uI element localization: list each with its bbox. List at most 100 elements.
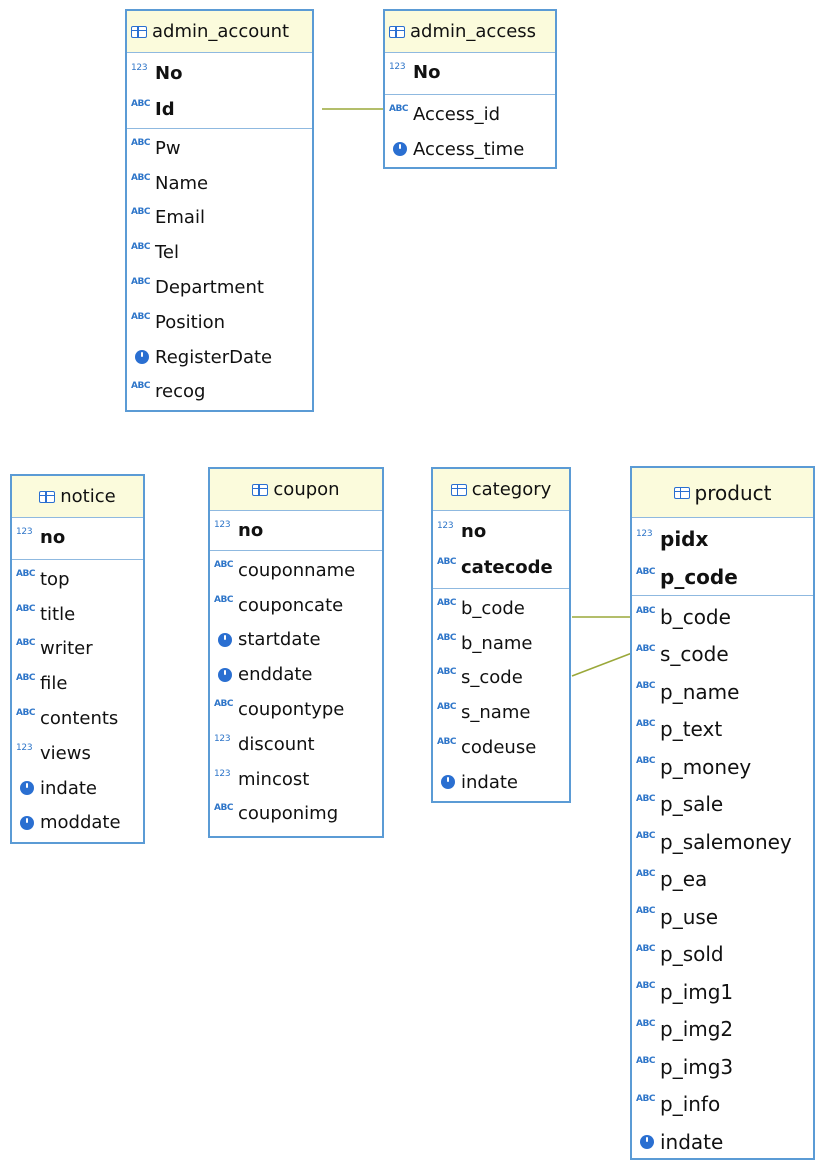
numeric-type-icon: 123	[214, 768, 231, 779]
entity-title: category	[471, 479, 552, 500]
column-row[interactable]: ABC recog	[127, 375, 312, 410]
key-column-row[interactable]: 123 no	[12, 520, 143, 555]
column-row[interactable]: 123 views	[12, 736, 143, 771]
clock-icon	[135, 350, 149, 365]
column-row[interactable]: ABC Department	[127, 270, 312, 305]
column-row[interactable]: ABC p_info	[632, 1086, 813, 1124]
column-row[interactable]: ABC p_ea	[632, 861, 813, 899]
column-row[interactable]: ABC p_img2	[632, 1011, 813, 1049]
entity-category[interactable]: category 123 no ABC catecode ABC b_code ABC b_…	[431, 467, 571, 803]
column-row[interactable]: startdate	[210, 623, 382, 658]
key-column-row[interactable]: ABC catecode	[433, 549, 569, 585]
column-name: Id	[155, 98, 175, 120]
column-row[interactable]: ABC Name	[127, 166, 312, 201]
column-row[interactable]: ABC s_code	[632, 636, 813, 674]
text-type-icon: ABC	[214, 803, 233, 814]
column-row[interactable]: ABC p_img1	[632, 973, 813, 1011]
column-row[interactable]: ABC Email	[127, 201, 312, 236]
column-row[interactable]: 123 discount	[210, 727, 382, 762]
entity-header[interactable]: product	[632, 468, 813, 518]
column-row[interactable]: ABC s_code	[433, 661, 569, 696]
key-column-row[interactable]: ABC Id	[127, 91, 312, 127]
text-type-icon: ABC	[636, 1093, 655, 1104]
column-name: views	[40, 742, 91, 764]
column-row[interactable]: indate	[12, 771, 143, 806]
column-row[interactable]: ABC Position	[127, 305, 312, 340]
entity-product[interactable]: product 123 pidx ABC p_code ABC b_code ABC s_c…	[630, 466, 815, 1160]
entity-admin-access[interactable]: admin_access 123 No ABC Access_id Access_ti…	[383, 9, 557, 169]
column-row[interactable]: ABC p_salemoney	[632, 823, 813, 861]
text-type-icon: ABC	[636, 606, 655, 617]
entity-header[interactable]: coupon	[210, 469, 382, 511]
column-name: Tel	[155, 242, 180, 264]
column-row[interactable]: ABC b_code	[433, 591, 569, 626]
entity-header[interactable]: admin_account	[127, 11, 312, 53]
column-row[interactable]: 123 mincost	[210, 762, 382, 797]
column-row[interactable]: ABC b_name	[433, 626, 569, 661]
column-name: top	[40, 568, 70, 590]
column-name: p_sold	[660, 942, 724, 967]
column-name: RegisterDate	[155, 346, 273, 368]
text-type-icon: ABC	[389, 103, 408, 114]
column-row[interactable]: ABC file	[12, 666, 143, 701]
entity-admin-account[interactable]: admin_account 123 No ABC Id ABC Pw ABC Name ABC…	[125, 9, 314, 412]
column-row[interactable]: ABC title	[12, 597, 143, 632]
column-name: p_use	[660, 904, 719, 929]
key-column-row[interactable]: 123 no	[210, 513, 382, 548]
column-row[interactable]: ABC top	[12, 562, 143, 597]
clock-icon	[393, 142, 407, 157]
column-row[interactable]: ABC p_name	[632, 673, 813, 711]
column-row[interactable]: indate	[433, 765, 569, 800]
column-name: no	[40, 526, 66, 548]
column-row[interactable]: ABC Access_id	[385, 97, 555, 132]
column-name: Access_time	[413, 138, 525, 160]
text-type-icon: ABC	[214, 594, 233, 605]
entity-coupon[interactable]: coupon 123 no ABC couponname ABC couponcate s…	[208, 467, 384, 838]
column-row[interactable]: RegisterDate	[127, 340, 312, 375]
column-row[interactable]: ABC couponcate	[210, 588, 382, 623]
column-row[interactable]: ABC s_name	[433, 695, 569, 730]
column-row[interactable]: ABC p_text	[632, 711, 813, 749]
column-row[interactable]: indate	[632, 1123, 813, 1161]
clock-icon	[20, 815, 34, 830]
column-row[interactable]: ABC coupontype	[210, 692, 382, 727]
column-row[interactable]: ABC p_img3	[632, 1048, 813, 1086]
numeric-type-icon: 123	[214, 733, 231, 744]
entity-notice[interactable]: notice 123 no ABC top ABC title ABC writer ABC f…	[10, 474, 145, 844]
entity-header[interactable]: category	[433, 469, 569, 511]
column-name: mincost	[238, 768, 310, 790]
text-type-icon: ABC	[131, 311, 150, 322]
column-name: indate	[660, 1129, 724, 1154]
column-row[interactable]: Access_time	[385, 132, 555, 167]
column-row[interactable]: ABC Pw	[127, 131, 312, 166]
column-name: s_name	[461, 702, 531, 724]
column-name: s_code	[461, 667, 523, 689]
column-row[interactable]: ABC couponname	[210, 553, 382, 588]
entity-header[interactable]: notice	[12, 476, 143, 518]
column-row[interactable]: ABC p_sale	[632, 786, 813, 824]
column-row[interactable]: ABC couponimg	[210, 797, 382, 832]
text-type-icon: ABC	[131, 172, 150, 183]
column-row[interactable]: ABC p_use	[632, 898, 813, 936]
column-name: p_code	[660, 565, 738, 589]
entity-header[interactable]: admin_access	[385, 11, 555, 53]
column-row[interactable]: ABC contents	[12, 701, 143, 736]
column-name: title	[40, 603, 76, 625]
key-column-row[interactable]: 123 pidx	[632, 520, 813, 558]
key-column-row[interactable]: ABC p_code	[632, 558, 813, 596]
text-type-icon: ABC	[636, 943, 655, 954]
key-column-row[interactable]: 123 No	[385, 55, 555, 90]
column-row[interactable]: ABC p_money	[632, 748, 813, 786]
column-row[interactable]: ABC Tel	[127, 235, 312, 270]
text-type-icon: ABC	[16, 638, 35, 649]
column-name: pidx	[660, 527, 709, 551]
column-row[interactable]: ABC b_code	[632, 598, 813, 636]
key-column-row[interactable]: 123 No	[127, 55, 312, 91]
column-row[interactable]: enddate	[210, 657, 382, 692]
column-row[interactable]: ABC p_sold	[632, 936, 813, 974]
key-column-row[interactable]: 123 no	[433, 513, 569, 549]
text-type-icon: ABC	[16, 603, 35, 614]
column-row[interactable]: ABC writer	[12, 632, 143, 667]
column-row[interactable]: moddate	[12, 806, 143, 841]
column-row[interactable]: ABC codeuse	[433, 730, 569, 765]
